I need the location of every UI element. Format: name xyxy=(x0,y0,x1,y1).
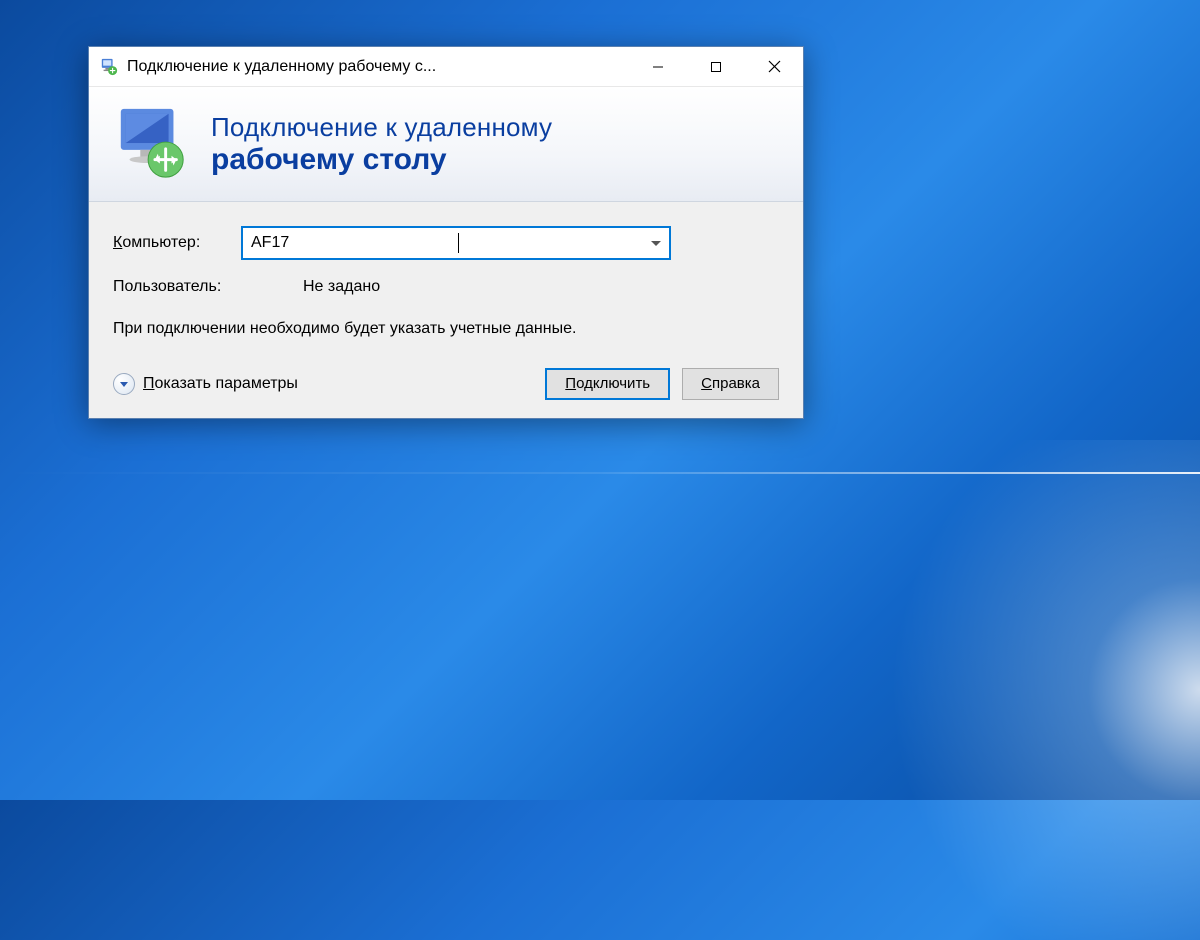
computer-input[interactable] xyxy=(251,234,458,252)
desktop-glow xyxy=(700,440,1200,940)
computer-combobox[interactable] xyxy=(241,226,671,260)
app-icon xyxy=(99,57,119,77)
rdp-window: Подключение к удаленному рабочему с... xyxy=(88,46,804,419)
rdp-icon xyxy=(113,105,191,183)
maximize-button[interactable] xyxy=(687,47,745,86)
user-label: Пользователь: xyxy=(113,278,303,296)
text-caret xyxy=(458,233,459,253)
info-text: При подключении необходимо будет указать… xyxy=(113,318,779,340)
connect-button[interactable]: Подключить xyxy=(545,368,670,400)
dialog-header: Подключение к удаленному рабочему столу xyxy=(89,87,803,202)
close-button[interactable] xyxy=(745,47,803,86)
window-title: Подключение к удаленному рабочему с... xyxy=(127,58,629,76)
chevron-down-icon[interactable] xyxy=(651,241,661,246)
computer-label: Компьютер: xyxy=(113,234,241,252)
header-line2: рабочему столу xyxy=(211,143,552,177)
user-value: Не задано xyxy=(303,278,380,296)
expand-icon[interactable] xyxy=(113,373,135,395)
minimize-button[interactable] xyxy=(629,47,687,86)
dialog-body: Компьютер: Пользователь: Не задано При п… xyxy=(89,202,803,418)
header-text: Подключение к удаленному рабочему столу xyxy=(211,112,552,177)
help-button[interactable]: Справка xyxy=(682,368,779,400)
header-line1: Подключение к удаленному xyxy=(211,112,552,143)
show-options-link[interactable]: Показать параметры xyxy=(143,375,537,393)
titlebar[interactable]: Подключение к удаленному рабочему с... xyxy=(89,47,803,87)
desktop-line xyxy=(0,472,1200,474)
